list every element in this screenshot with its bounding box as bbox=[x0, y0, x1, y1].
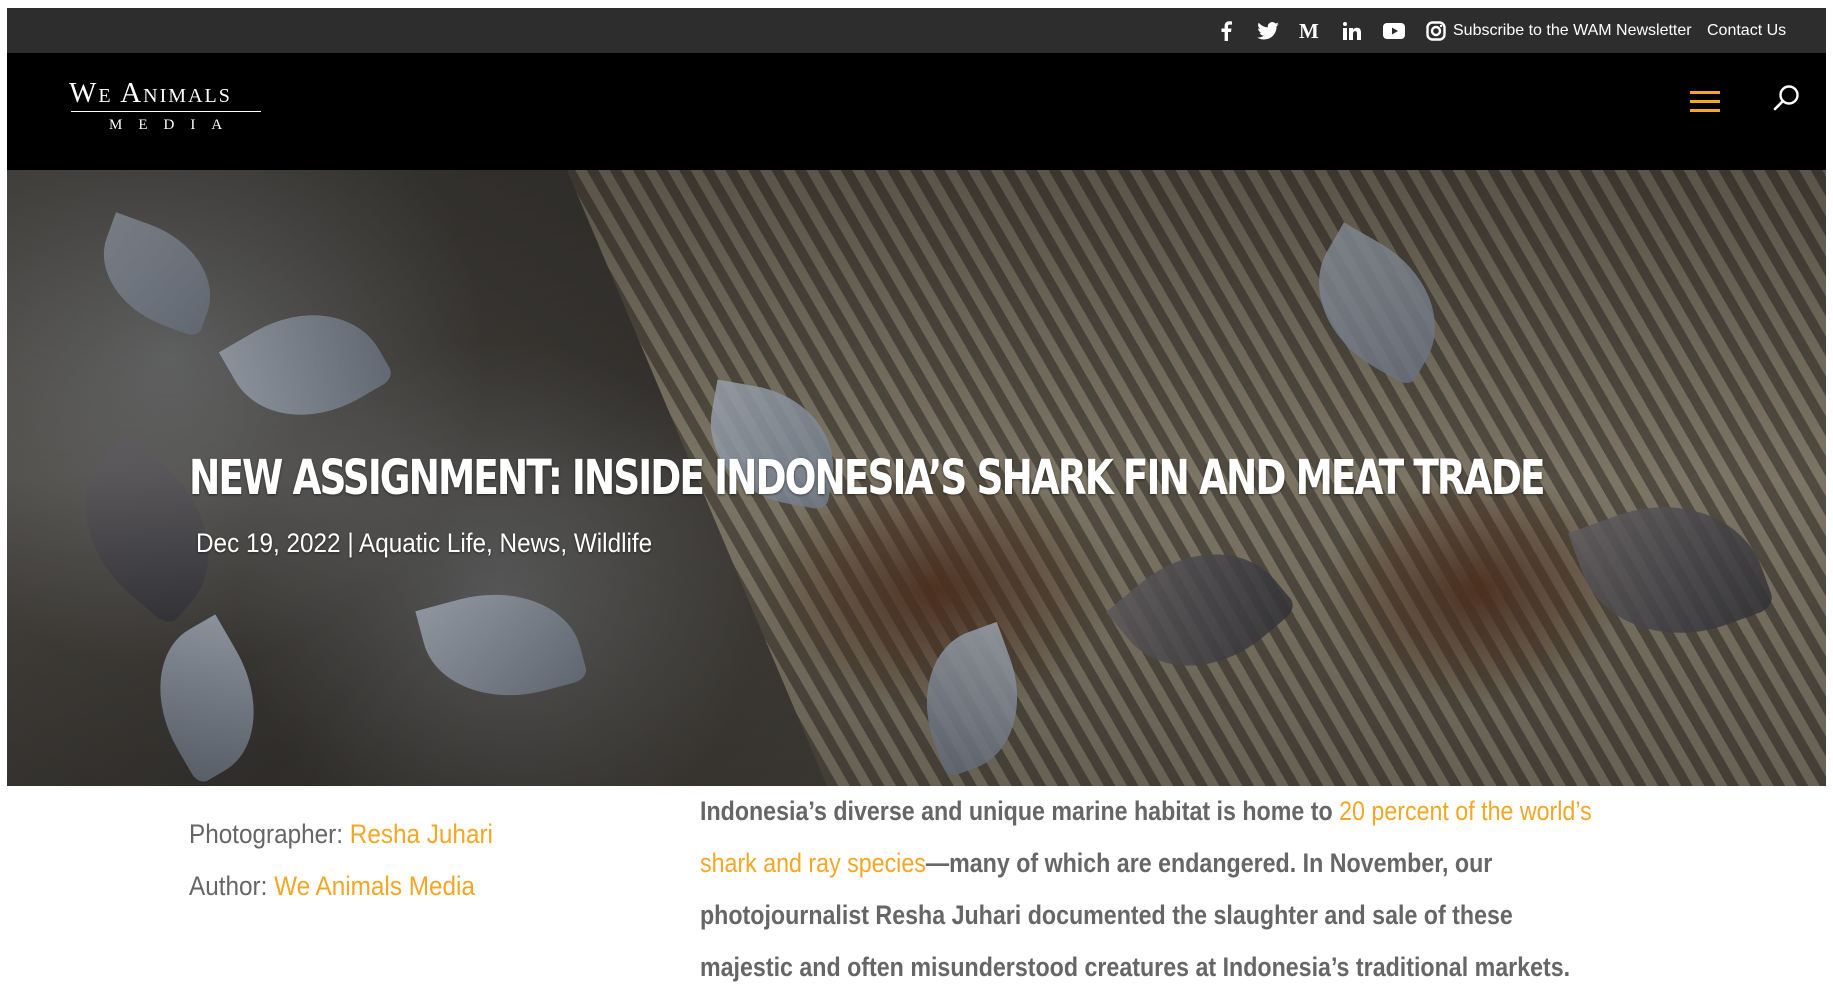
social-links: M bbox=[1205, 8, 1457, 53]
contact-link[interactable]: Contact Us bbox=[1707, 8, 1786, 53]
category-link-aquatic-life[interactable]: Aquatic Life bbox=[359, 528, 486, 558]
facebook-icon[interactable] bbox=[1205, 8, 1247, 53]
logo-wordmark: We Animals bbox=[69, 77, 232, 109]
linkedin-icon[interactable] bbox=[1331, 8, 1373, 53]
intro-text-start: Indonesia’s diverse and unique marine ha… bbox=[700, 796, 1340, 826]
author-label: Author: bbox=[189, 871, 268, 901]
hero-banner: NEW ASSIGNMENT: INSIDE INDONESIA’S SHARK… bbox=[7, 170, 1826, 786]
post-credits: Photographer: Resha Juhari Author: We An… bbox=[189, 815, 493, 919]
logo-subtitle: MEDIA bbox=[109, 117, 239, 133]
logo-divider bbox=[71, 111, 261, 112]
intro-paragraph: Indonesia’s diverse and unique marine ha… bbox=[700, 785, 1603, 993]
category-link-news[interactable]: News bbox=[500, 528, 561, 558]
youtube-icon[interactable] bbox=[1373, 8, 1415, 53]
svg-text:M: M bbox=[1299, 22, 1319, 40]
site-logo[interactable]: We Animals MEDIA bbox=[69, 77, 269, 137]
twitter-icon[interactable] bbox=[1247, 8, 1289, 53]
post-meta: Dec 19, 2022 | Aquatic Life, News, Wildl… bbox=[196, 528, 653, 558]
newsletter-link[interactable]: Subscribe to the WAM Newsletter bbox=[1453, 8, 1692, 53]
meta-separator: | bbox=[347, 528, 354, 558]
search-icon[interactable] bbox=[1772, 83, 1802, 117]
post-date: Dec 19, 2022 bbox=[196, 528, 341, 558]
author-credit: Author: We Animals Media bbox=[189, 867, 493, 919]
photographer-link[interactable]: Resha Juhari bbox=[350, 819, 493, 849]
top-bar: M Subscribe to the WAM Newsletter Contac… bbox=[7, 8, 1826, 53]
medium-icon[interactable]: M bbox=[1289, 8, 1331, 53]
main-header: We Animals MEDIA bbox=[7, 53, 1826, 170]
photographer-label: Photographer: bbox=[189, 819, 344, 849]
author-link[interactable]: We Animals Media bbox=[274, 871, 475, 901]
category-link-wildlife[interactable]: Wildlife bbox=[574, 528, 652, 558]
instagram-icon[interactable] bbox=[1415, 8, 1457, 53]
photographer-credit: Photographer: Resha Juhari bbox=[189, 815, 493, 867]
hamburger-icon[interactable] bbox=[1690, 87, 1720, 117]
page-title: NEW ASSIGNMENT: INSIDE INDONESIA’S SHARK… bbox=[189, 450, 1546, 506]
